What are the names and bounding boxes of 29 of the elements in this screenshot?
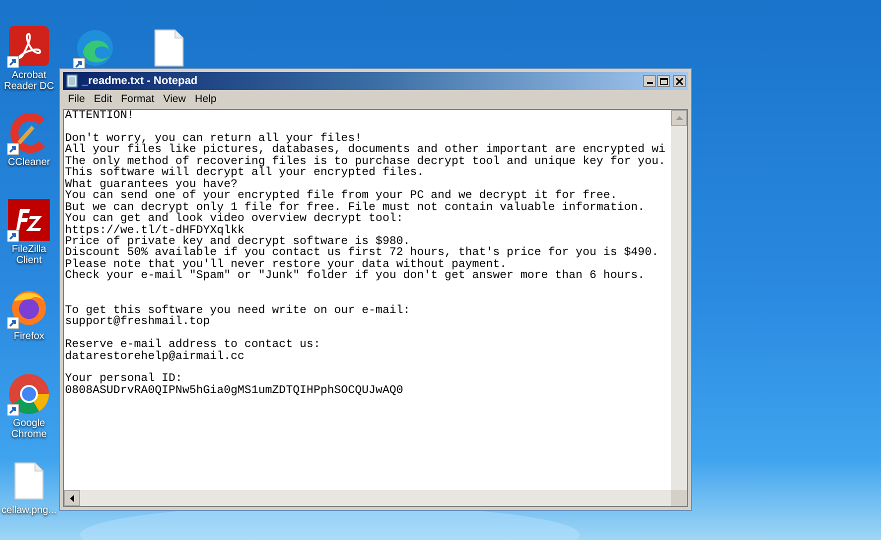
scrollbar-corner <box>671 490 687 506</box>
menu-item[interactable]: Format <box>117 92 158 108</box>
close-button[interactable] <box>673 75 686 87</box>
document-text: ATTENTION! Don't worry, you can return all your files! All your files like pictures, databases, documents and other important are encrypted wi The only method of recovering files is to purchase decrypt tool and unique key for you. This software will decrypt all your encrypted files. What guarantees you have? You can send one of your encrypted file from your PC and we decrypt it for free. But we can decrypt only 1 file for free. File must not contain valuable information. You can get and look video overview decrypt tool: https://we.tl/t-dHFDYXqlkk Price of private key and decrypt software is $980. Discount 50% available if you contact us first 72 hours, that's price for you is $490. Please note that you'll never restore your data without payment. Check your e-mail "Spam" or "Junk" folder if you don't get answer more than 6 hours. To get this software you need write on our e-mail: support@freshmail.top Reserve e-mail address to contact us: datarestorehelp@airmail.cc Your personal ID: 0808ASUDrvRA0QIPNw5hGia0gMS1umZDTQIHPphSOCQUJwAQ0 <box>65 110 666 396</box>
desktop-icon-label[interactable]: CCleaner <box>0 157 58 168</box>
scroll-left-icon <box>70 494 74 502</box>
notepad-icon <box>65 74 79 88</box>
filezilla-icon <box>8 199 50 241</box>
window-title: _readme.txt - Notepad <box>82 74 198 89</box>
menu-item[interactable]: View <box>159 92 190 108</box>
chrome-icon <box>8 373 50 415</box>
scroll-up-icon <box>676 116 682 120</box>
file-icon <box>14 462 44 500</box>
maximize-icon <box>660 78 668 84</box>
desktop-icon-label[interactable]: Google Chrome <box>0 418 58 440</box>
close-icon <box>676 78 683 84</box>
desktop-icon-label[interactable]: FileZilla Client <box>0 244 58 266</box>
edge-icon <box>75 28 115 68</box>
vertical-scrollbar[interactable] <box>671 110 687 490</box>
horizontal-scrollbar[interactable] <box>64 490 671 506</box>
maximize-button[interactable] <box>657 75 670 87</box>
desktop-icon-label[interactable]: Acrobat Reader DC <box>0 70 58 92</box>
menu-item[interactable]: File <box>64 92 89 108</box>
menu-item[interactable]: Edit <box>90 92 116 108</box>
desktop-icon-label[interactable]: Firefox <box>0 331 58 342</box>
minimize-icon <box>646 82 652 84</box>
minimize-button[interactable] <box>643 75 656 87</box>
acrobat-icon <box>9 26 49 66</box>
menu-item[interactable]: Help <box>190 92 220 108</box>
